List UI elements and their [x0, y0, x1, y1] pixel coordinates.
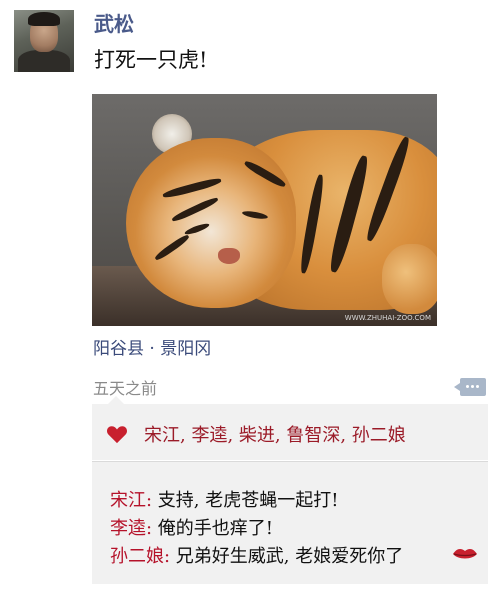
likes-names[interactable]: 宋江, 李逵, 柴进, 鲁智深, 孙二娘: [144, 421, 406, 447]
tiger-face: [126, 138, 296, 308]
location-label[interactable]: 阳谷县 · 景阳冈: [93, 334, 211, 359]
comment-author[interactable]: 李逵:: [110, 518, 152, 539]
comment-item[interactable]: 孙二娘: 兄弟好生威武, 老娘爱死你了: [110, 542, 403, 568]
comment-text: 兄弟好生威武, 老娘爱死你了: [170, 546, 404, 567]
comment-dot: [466, 385, 469, 388]
tiger-nose: [218, 248, 240, 264]
heart-icon: [107, 426, 127, 444]
post-photo[interactable]: WWW.ZHUHAI-ZOO.COM: [92, 94, 437, 326]
comment-text: 支持, 老虎苍蝇一起打!: [152, 490, 339, 511]
comment-author[interactable]: 孙二娘:: [110, 546, 170, 567]
comment-item[interactable]: 宋江: 支持, 老虎苍蝇一起打!: [110, 486, 338, 512]
post-text: 打死一只虎!: [94, 48, 208, 72]
comment-dot: [476, 385, 479, 388]
comment-item[interactable]: 李逵: 俺的手也痒了!: [110, 514, 273, 540]
avatar[interactable]: [14, 10, 74, 72]
comment-text: 俺的手也痒了!: [152, 518, 274, 539]
likes-panel: 宋江, 李逵, 柴进, 鲁智深, 孙二娘: [92, 396, 488, 460]
timestamp: 五天之前: [93, 379, 158, 398]
tiger-paw: [382, 244, 437, 314]
comment-author[interactable]: 宋江:: [110, 490, 152, 511]
comment-button[interactable]: [454, 378, 486, 396]
author-name[interactable]: 武松: [94, 8, 134, 37]
avatar-hair: [28, 12, 60, 26]
comment-bubble-tail: [454, 383, 460, 391]
avatar-body: [18, 50, 70, 72]
comment-dot: [471, 385, 474, 388]
comments-panel: 宋江: 支持, 老虎苍蝇一起打! 李逵: 俺的手也痒了! 孙二娘: 兄弟好生威武…: [92, 462, 488, 584]
photo-watermark: WWW.ZHUHAI-ZOO.COM: [344, 314, 431, 322]
lips-icon: [453, 549, 477, 559]
